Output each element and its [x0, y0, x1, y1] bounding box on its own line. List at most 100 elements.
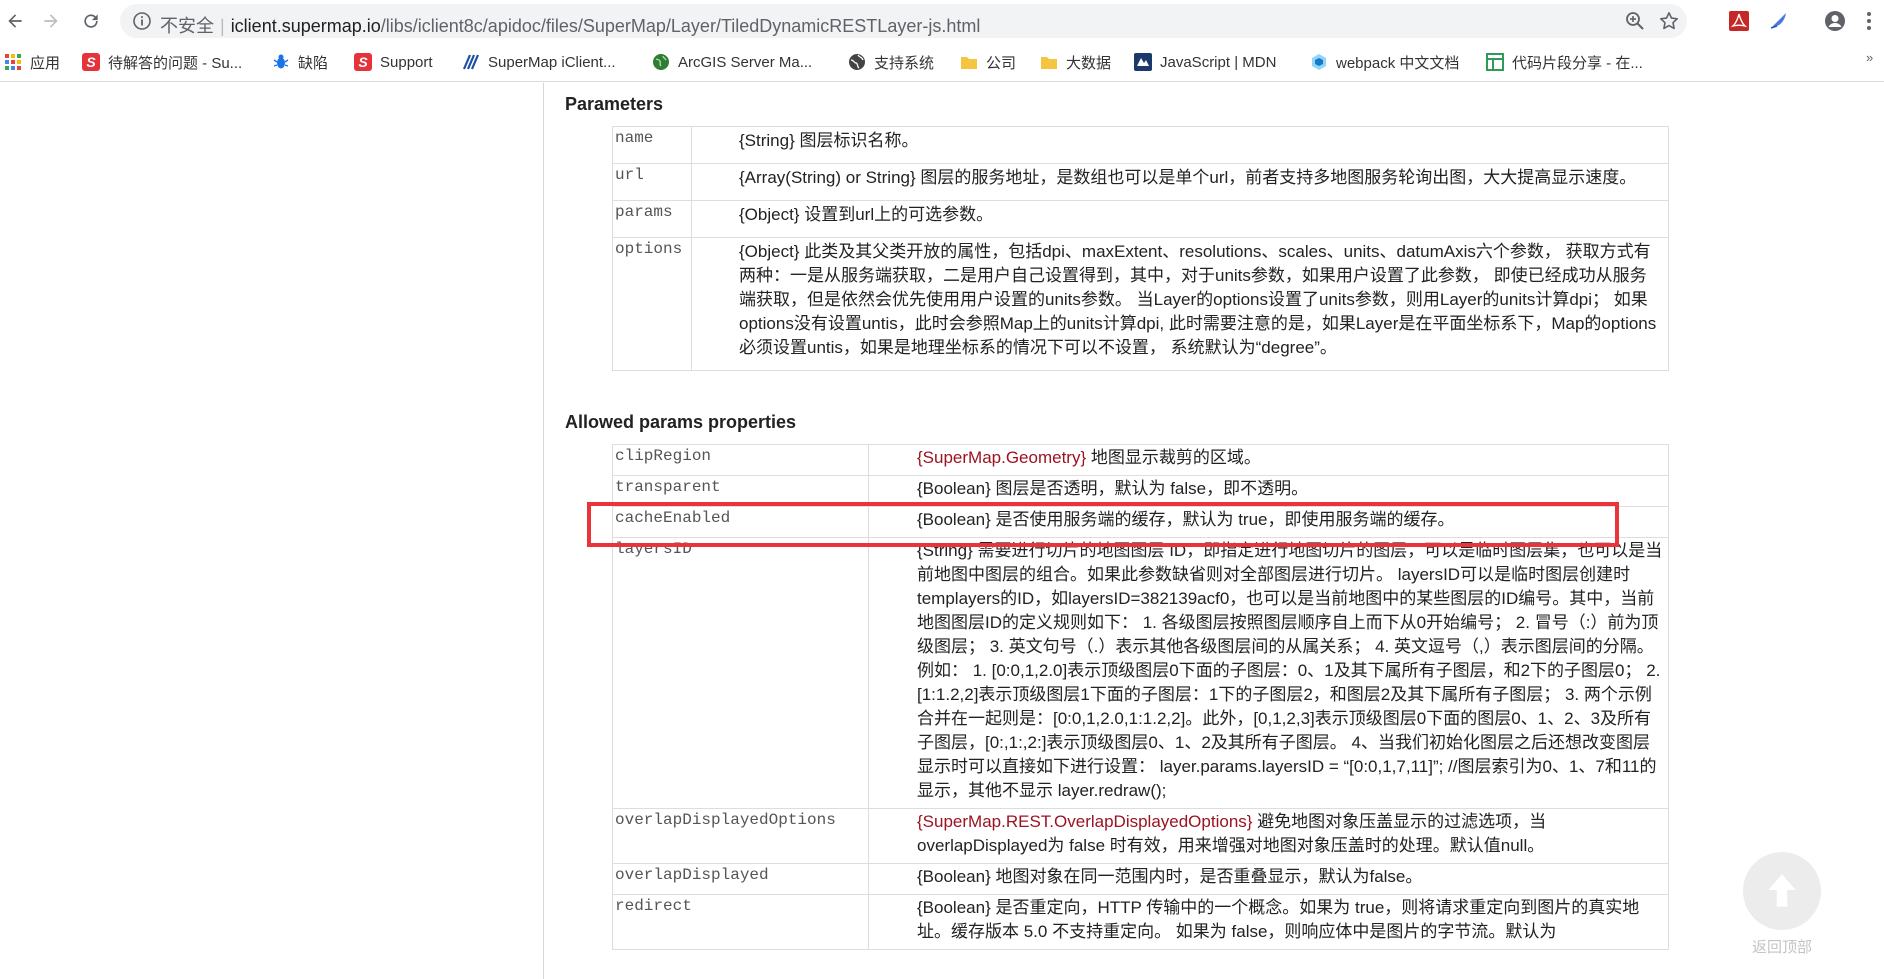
url-path: /libs/iclient8c/apidoc/files/SuperMap/La…	[380, 16, 981, 36]
property-type: {Boolean}	[917, 898, 991, 917]
bookmarks-overflow-chevron-icon[interactable]: »	[1866, 50, 1873, 65]
globe-icon	[652, 53, 670, 71]
up-arrow-icon	[1743, 852, 1821, 930]
property-description: {SuperMap.Geometry} 地图显示裁剪的区域。	[868, 444, 1669, 476]
parameters-heading: Parameters	[565, 94, 664, 114]
pdf-extension-icon[interactable]	[1728, 10, 1750, 32]
property-desc-text: 是否重定向，HTTP 传输中的一个概念。如果为 true，则将请求重定向到图片的…	[917, 898, 1640, 941]
forward-arrow-icon[interactable]	[36, 6, 66, 36]
bookmark-arcgis[interactable]: ArcGIS Server Ma...	[652, 51, 812, 73]
reload-icon[interactable]	[76, 6, 106, 36]
bookmark-code-snippets[interactable]: 代码片段分享 - 在...	[1486, 51, 1643, 73]
zoom-icon[interactable]	[1625, 11, 1645, 31]
property-type: {Boolean}	[917, 510, 991, 529]
type-link[interactable]: {SuperMap.Geometry}	[917, 448, 1086, 467]
param-type: {Object}	[739, 205, 800, 224]
stripes-icon	[462, 53, 480, 71]
account-icon[interactable]	[1824, 10, 1846, 32]
info-icon[interactable]	[132, 11, 152, 31]
table-row: overlapDisplayedOptions {SuperMap.REST.O…	[612, 808, 1669, 864]
table-row: name {String} 图层标识名称。	[612, 126, 1669, 164]
address-bar[interactable]: 不安全 | iclient.supermap.io/libs/iclient8c/a…	[120, 4, 1687, 38]
property-name: transparent	[612, 475, 869, 507]
table-row: transparent {Boolean} 图层是否透明，默认为 false，即…	[612, 475, 1669, 507]
bookmark-label: 大数据	[1066, 54, 1112, 72]
bookmark-label: SuperMap iClient...	[488, 53, 616, 71]
supermap-s-icon: S	[354, 53, 372, 71]
back-to-top-button[interactable]: 返回顶部	[1742, 852, 1822, 962]
bookmark-bugs[interactable]: 缺陷	[272, 51, 328, 73]
url-host: iclient.supermap.io	[230, 16, 381, 36]
bookmark-folder-company[interactable]: 公司	[960, 51, 1016, 73]
table-row: clipRegion {SuperMap.Geometry} 地图显示裁剪的区域…	[612, 444, 1669, 476]
bug-icon	[272, 53, 290, 71]
svg-text:S: S	[86, 54, 96, 70]
bookmark-apps[interactable]: 应用	[4, 51, 60, 73]
back-arrow-icon[interactable]	[0, 6, 30, 36]
property-type: {Boolean}	[917, 479, 991, 498]
type-link[interactable]: {SuperMap.REST.OverlapDisplayedOptions}	[917, 812, 1252, 831]
property-desc-text: 是否使用服务端的缓存，默认为 true，即使用服务端的缓存。	[990, 510, 1455, 529]
property-description: {Boolean} 图层是否透明，默认为 false，即不透明。	[868, 475, 1669, 507]
bookmarks-bar: 应用 S 待解答的问题 - Su... 缺陷 S Support SuperMa…	[0, 42, 1884, 82]
url-text[interactable]: 不安全 | iclient.supermap.io/libs/iclient8c/a…	[160, 12, 980, 38]
table-row: cacheEnabled {Boolean} 是否使用服务端的缓存，默认为 tr…	[612, 506, 1669, 538]
bookmark-label: 缺陷	[298, 54, 329, 72]
property-type: {String}	[917, 541, 973, 560]
property-desc-text: 需要进行切片的地图图层 ID，即指定进行地图切片的图层，可以是临时图层集，也可以…	[917, 541, 1663, 800]
property-description: {String} 需要进行切片的地图图层 ID，即指定进行地图切片的图层，可以是…	[868, 537, 1669, 809]
folder-icon	[960, 53, 978, 71]
param-description: {Object} 此类及其父类开放的属性，包括dpi、maxExtent、res…	[691, 237, 1669, 371]
property-description: {SuperMap.REST.OverlapDisplayedOptions} …	[868, 808, 1669, 864]
back-to-top-label: 返回顶部	[1751, 939, 1812, 956]
bookmark-supermap-iclient[interactable]: SuperMap iClient...	[462, 51, 616, 73]
param-name: name	[612, 126, 692, 164]
bookmark-label: 代码片段分享 - 在...	[1512, 54, 1643, 72]
param-desc-text: 设置到url上的可选参数。	[799, 205, 994, 224]
bookmark-webpack[interactable]: webpack 中文文档	[1310, 51, 1459, 73]
bookmark-label: 应用	[30, 54, 61, 72]
param-name: params	[612, 200, 692, 238]
bookmark-mdn[interactable]: JavaScript | MDN	[1134, 51, 1276, 73]
mdn-icon	[1134, 53, 1152, 71]
param-desc-text: 图层的服务地址，是数组也可以是单个url，前者支持多地图服务轮询出图，大大提高显…	[915, 168, 1637, 187]
browser-toolbar: 不安全 | iclient.supermap.io/libs/iclient8c/a…	[0, 0, 1884, 42]
property-desc-text: 地图对象在同一范围内时，是否重叠显示，默认为false。	[990, 867, 1423, 886]
allowed-properties-heading: Allowed params properties	[565, 412, 797, 432]
apps-grid-icon	[4, 53, 22, 71]
param-type: {String}	[739, 131, 795, 150]
bookmark-support[interactable]: S Support	[354, 51, 433, 73]
table-row: options {Object} 此类及其父类开放的属性，包括dpi、maxEx…	[612, 237, 1669, 371]
table-row: overlapDisplayed {Boolean} 地图对象在同一范围内时，是…	[612, 863, 1669, 895]
property-description: {Boolean} 是否使用服务端的缓存，默认为 true，即使用服务端的缓存。	[868, 506, 1669, 538]
property-name: overlapDisplayedOptions	[612, 808, 869, 864]
allowed-properties-table: clipRegion {SuperMap.Geometry} 地图显示裁剪的区域…	[612, 444, 1669, 950]
param-name: options	[612, 237, 692, 371]
property-type: {Boolean}	[917, 867, 991, 886]
cube-icon	[1310, 53, 1328, 71]
property-desc-text: 地图显示裁剪的区域。	[1086, 448, 1261, 467]
param-description: {Object} 设置到url上的可选参数。	[691, 200, 1669, 238]
bookmark-label: 待解答的问题 - Su...	[108, 54, 243, 72]
bookmark-questions[interactable]: S 待解答的问题 - Su...	[82, 51, 242, 73]
folder-icon	[1040, 53, 1058, 71]
bookmark-label: 公司	[986, 54, 1017, 72]
property-name: overlapDisplayed	[612, 863, 869, 895]
param-desc-text: 此类及其父类开放的属性，包括dpi、maxExtent、resolutions、…	[739, 242, 1657, 357]
bookmark-folder-bigdata[interactable]: 大数据	[1040, 51, 1111, 73]
bookmark-support-system[interactable]: 支持系统	[848, 51, 934, 73]
bookmark-label: 支持系统	[874, 54, 935, 72]
table-icon	[1486, 53, 1504, 71]
param-type: {Array(String) or String}	[739, 168, 916, 187]
bookmark-star-icon[interactable]	[1659, 11, 1679, 31]
bookmark-label: JavaScript | MDN	[1160, 53, 1277, 71]
bookmark-label: Support	[380, 53, 433, 71]
param-desc-text: 图层标识名称。	[794, 131, 919, 150]
world-icon	[848, 53, 866, 71]
feather-extension-icon[interactable]	[1768, 10, 1790, 32]
param-name: url	[612, 163, 692, 201]
table-row: redirect {Boolean} 是否重定向，HTTP 传输中的一个概念。如…	[612, 894, 1669, 950]
parameters-table: name {String} 图层标识名称。 url {Array(String)…	[612, 126, 1669, 371]
property-description: {Boolean} 地图对象在同一范围内时，是否重叠显示，默认为false。	[868, 863, 1669, 895]
menu-kebab-icon[interactable]	[1858, 10, 1880, 32]
